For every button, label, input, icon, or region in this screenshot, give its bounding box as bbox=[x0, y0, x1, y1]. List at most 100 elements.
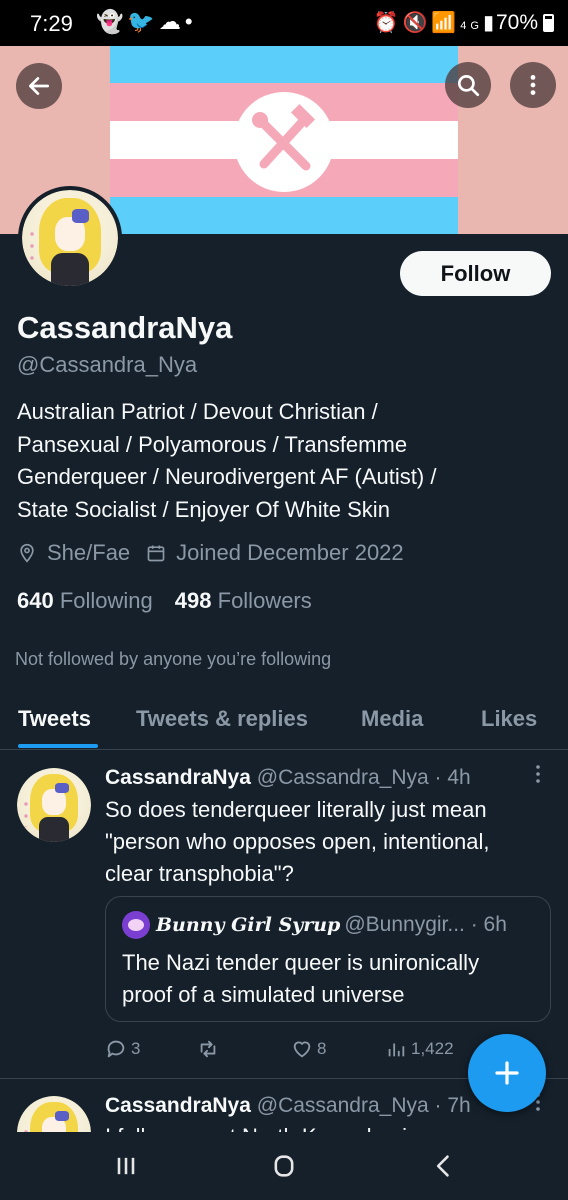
tab-tweets[interactable]: Tweets bbox=[18, 706, 91, 732]
battery-percent: 70% bbox=[495, 11, 538, 34]
profile-tabs: Tweets Tweets & replies Media Likes bbox=[0, 690, 568, 750]
views-count: 1,422 bbox=[411, 1039, 454, 1058]
mute-icon: 🔇 bbox=[402, 12, 432, 34]
bio-line: State Socialist / Enjoyer Of White Skin bbox=[17, 496, 390, 522]
chevron-left-icon bbox=[436, 1155, 449, 1177]
reply-count: 3 bbox=[131, 1039, 141, 1058]
retweet-button[interactable] bbox=[197, 1038, 223, 1060]
system-back-button[interactable] bbox=[424, 1150, 464, 1182]
tweet-time: · 4h bbox=[434, 766, 471, 789]
follow-counts: 640 Following 498 Followers bbox=[17, 588, 312, 614]
plus-icon bbox=[495, 1061, 519, 1085]
followers-label: Followers bbox=[217, 588, 312, 613]
profile-meta: She/Fae Joined December 2022 bbox=[17, 540, 420, 566]
not-followed-notice: Not followed by anyone you’re following bbox=[15, 649, 332, 669]
status-right-icons: ⏰🔇📶4G▮ bbox=[374, 10, 498, 35]
heart-icon bbox=[293, 1041, 311, 1058]
status-bar: 7:29 👻🐦☁• ⏰🔇📶4G▮ 70% bbox=[0, 0, 568, 46]
joined-text: Joined December 2022 bbox=[176, 540, 404, 565]
alarm-icon: ⏰ bbox=[373, 12, 403, 34]
back-arrow-icon bbox=[28, 77, 50, 95]
tweet-actions: 3 8 1,422 bbox=[105, 1036, 485, 1066]
tweet-author-name[interactable]: CassandraNya bbox=[105, 1094, 251, 1117]
bio-line: Genderqueer / Neurodivergent AF (Autist)… bbox=[17, 464, 437, 489]
retweet-icon bbox=[200, 1040, 216, 1058]
following-link[interactable]: 640 Following bbox=[17, 588, 153, 613]
profile-avatar[interactable] bbox=[18, 186, 122, 290]
followers-count: 498 bbox=[174, 588, 212, 613]
tweet-text-line: So does tenderqueer literally just mean bbox=[105, 797, 487, 822]
network-label: 4G bbox=[460, 20, 483, 32]
home-icon bbox=[274, 1155, 294, 1177]
location-item: She/Fae bbox=[17, 540, 130, 566]
quoted-text-line: proof of a simulated universe bbox=[122, 982, 405, 1007]
tab-likes[interactable]: Likes bbox=[481, 706, 537, 732]
status-left-icons: 👻🐦☁• bbox=[96, 9, 197, 35]
location-pin-icon bbox=[20, 543, 34, 563]
search-icon bbox=[457, 74, 480, 97]
battery-icon bbox=[543, 14, 554, 32]
tweet-more-button[interactable] bbox=[534, 762, 542, 792]
profile-display-name: CassandraNya bbox=[17, 310, 233, 345]
views-button[interactable]: 1,422 bbox=[385, 1038, 454, 1060]
tweet-avatar[interactable] bbox=[17, 1096, 91, 1132]
dot-icon: • bbox=[184, 9, 197, 34]
like-count: 8 bbox=[317, 1039, 327, 1058]
following-label: Following bbox=[59, 588, 153, 613]
quoted-time: · 6h bbox=[470, 913, 507, 936]
status-time: 7:29 bbox=[30, 11, 73, 36]
active-tab-indicator bbox=[18, 744, 98, 748]
quoted-tweet-text: The Nazi tender queer is unironically pr… bbox=[122, 947, 542, 1011]
reply-icon bbox=[107, 1040, 125, 1058]
more-vertical-icon bbox=[530, 75, 536, 95]
snapchat-icon: 👻 bbox=[96, 9, 128, 34]
tweet-text: So does tenderqueer literally just mean … bbox=[105, 794, 545, 890]
quoted-avatar bbox=[122, 911, 150, 939]
joined-item: Joined December 2022 bbox=[146, 540, 404, 566]
quoted-author-handle: @Bunnygir... bbox=[344, 913, 465, 936]
hammer-wrench-emblem-icon bbox=[234, 92, 334, 192]
tweet-header: CassandraNya @Cassandra_Nya · 7h bbox=[105, 1094, 471, 1118]
tweet-text-line: "person who opposes open, intentional, bbox=[105, 829, 490, 854]
wifi-icon: 📶 bbox=[431, 12, 461, 34]
tweet-time: · 7h bbox=[434, 1094, 471, 1117]
location-text: She/Fae bbox=[47, 540, 131, 565]
quoted-tweet[interactable]: Bunny Girl Syrup @Bunnygir... · 6h The N… bbox=[105, 896, 551, 1022]
back-button[interactable] bbox=[16, 63, 62, 109]
recent-apps-icon bbox=[117, 1157, 135, 1175]
tweet-text-line: clear transphobia"? bbox=[105, 861, 294, 886]
tweet-avatar[interactable] bbox=[17, 768, 91, 842]
more-vertical-icon bbox=[536, 765, 540, 783]
followers-link[interactable]: 498 Followers bbox=[175, 588, 312, 613]
like-button[interactable]: 8 bbox=[291, 1038, 326, 1060]
home-button[interactable] bbox=[264, 1150, 304, 1182]
views-chart-icon bbox=[388, 1043, 405, 1057]
tweet-text: I fully support North Korea having bbox=[105, 1124, 432, 1132]
recent-apps-button[interactable] bbox=[106, 1150, 146, 1182]
search-button[interactable] bbox=[445, 62, 491, 108]
tab-tweets-replies[interactable]: Tweets & replies bbox=[136, 706, 308, 732]
tweet-author-handle: @Cassandra_Nya bbox=[256, 1094, 429, 1117]
tab-media[interactable]: Media bbox=[361, 706, 423, 732]
avatar-image bbox=[22, 190, 118, 286]
calendar-icon bbox=[147, 545, 165, 562]
system-nav-bar bbox=[0, 1132, 568, 1200]
twitter-icon: 🐦 bbox=[127, 9, 159, 34]
bio-line: Australian Patriot / Devout Christian / bbox=[17, 399, 378, 424]
reply-button[interactable]: 3 bbox=[105, 1038, 140, 1060]
quoted-author-name: Bunny Girl Syrup bbox=[156, 914, 341, 936]
tweet-author-name[interactable]: CassandraNya bbox=[105, 766, 251, 789]
profile-handle: @Cassandra_Nya bbox=[17, 352, 198, 377]
cloud-icon: ☁ bbox=[158, 9, 185, 34]
bio-line: Pansexual / Polyamorous / Transfemme bbox=[17, 431, 408, 457]
compose-tweet-button[interactable] bbox=[468, 1034, 546, 1112]
tweet-header: CassandraNya @Cassandra_Nya · 4h bbox=[105, 766, 471, 790]
profile-bio: Australian Patriot / Devout Christian / … bbox=[17, 396, 547, 526]
trans-flag-banner bbox=[110, 46, 458, 234]
more-options-button[interactable] bbox=[510, 62, 556, 108]
quoted-text-line: The Nazi tender queer is unironically bbox=[122, 950, 480, 975]
follow-button[interactable]: Follow bbox=[400, 251, 551, 296]
tweet-author-handle: @Cassandra_Nya bbox=[256, 766, 429, 789]
quoted-tweet-header: Bunny Girl Syrup @Bunnygir... · 6h bbox=[122, 911, 507, 939]
following-count: 640 bbox=[17, 588, 54, 613]
